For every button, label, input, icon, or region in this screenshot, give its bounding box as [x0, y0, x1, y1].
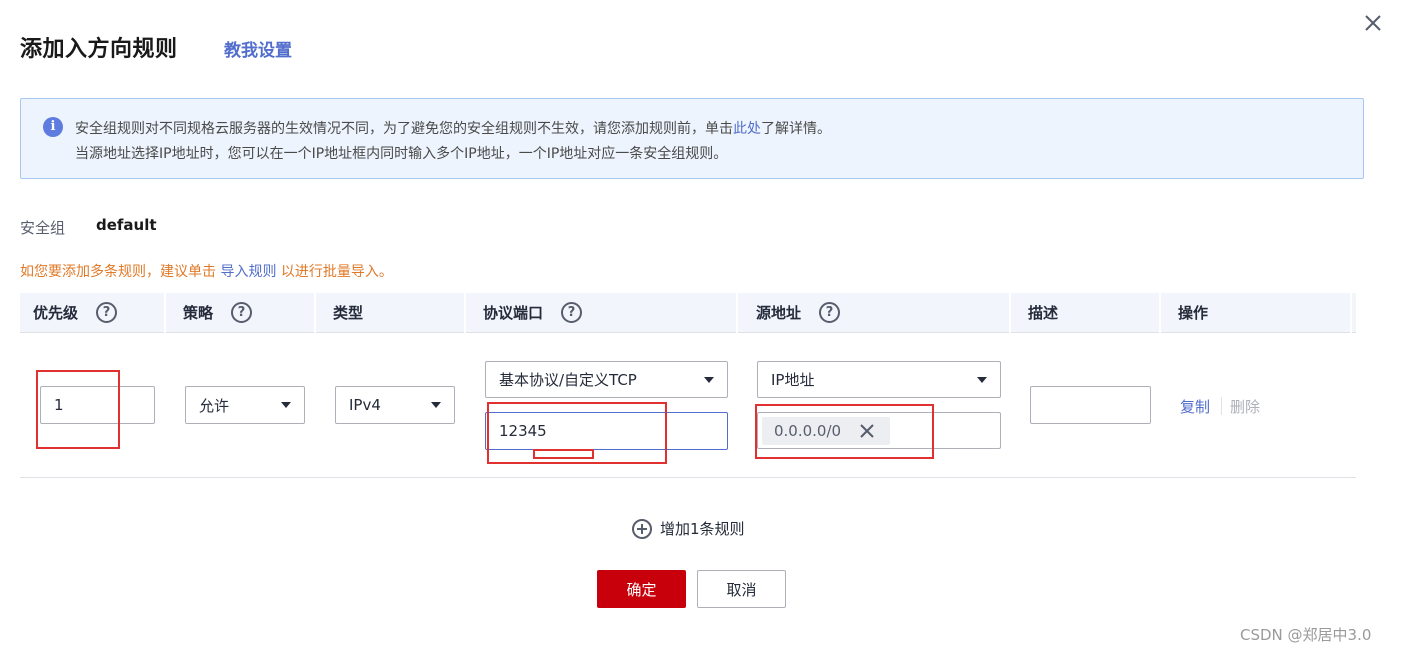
info-icon: i: [43, 117, 63, 137]
type-select-value: IPv4: [349, 396, 381, 414]
col-priority-label: 优先级: [33, 304, 79, 322]
info-line-2: 当源地址选择IP地址时，您可以在一个IP地址框内同时输入多个IP地址，一个IP地…: [75, 146, 728, 162]
delete-rule-link: 删除: [1230, 398, 1261, 416]
col-priority: 优先级?: [33, 293, 118, 333]
col-operation: 操作: [1178, 304, 1209, 322]
col-protocol-port: 协议端口?: [483, 293, 583, 333]
col-action: 策略?: [183, 293, 253, 333]
help-icon[interactable]: ?: [561, 301, 583, 323]
action-select-value: 允许: [199, 396, 230, 415]
hint-text: 以进行批量导入。: [276, 264, 393, 280]
dialog-title: 添加入方向规则: [20, 37, 178, 62]
watermark: CSDN @郑居中3.0: [1240, 626, 1372, 644]
action-select[interactable]: 允许: [185, 386, 305, 424]
type-select[interactable]: IPv4: [335, 386, 455, 424]
source-type-select[interactable]: IP地址: [757, 361, 1001, 398]
hint-text: 如您要添加多条规则，建议单击: [20, 264, 221, 280]
col-type: 类型: [333, 304, 364, 322]
guide-link[interactable]: 教我设置: [224, 36, 292, 61]
info-banner: i 安全组规则对不同规格云服务器的生效情况不同，为了避免您的安全组规则不生效，请…: [20, 98, 1364, 179]
help-icon[interactable]: ?: [96, 301, 118, 323]
cancel-button[interactable]: 取消: [697, 570, 786, 608]
annotation-box-port-underline: [533, 449, 594, 459]
table-header: 优先级? 策略? 类型 协议端口? 源地址? 描述 操作: [20, 293, 1356, 333]
close-icon[interactable]: [1362, 12, 1384, 34]
col-source: 源地址?: [756, 293, 841, 333]
annotation-box-priority: [36, 370, 120, 449]
import-hint: 如您要添加多条规则，建议单击 导入规则 以进行批量导入。: [20, 261, 393, 281]
col-source-label: 源地址: [756, 304, 802, 322]
plus-circle-icon: [632, 518, 652, 539]
add-rule-button[interactable]: 增加1条规则: [632, 518, 745, 539]
protocol-select[interactable]: 基本协议/自定义TCP: [485, 361, 728, 398]
info-line-1: 安全组规则对不同规格云服务器的生效情况不同，为了避免您的安全组规则不生效，请您添…: [75, 118, 831, 138]
copy-rule-link[interactable]: 复制: [1180, 396, 1210, 417]
description-input[interactable]: [1030, 386, 1151, 424]
chevron-down-icon: [281, 402, 291, 408]
source-type-select-value: IP地址: [771, 371, 815, 389]
col-description: 描述: [1028, 304, 1059, 322]
add-rule-label: 增加1条规则: [660, 520, 745, 538]
info-text: 了解详情。: [761, 121, 831, 137]
protocol-select-value: 基本协议/自定义TCP: [499, 371, 637, 389]
security-group-value: default: [96, 216, 157, 234]
operation-divider: [1221, 397, 1222, 415]
col-protocol-port-label: 协议端口: [483, 304, 544, 322]
confirm-button[interactable]: 确定: [597, 570, 686, 608]
import-rules-link[interactable]: 导入规则: [220, 264, 276, 280]
col-action-label: 策略: [183, 304, 214, 322]
chevron-down-icon: [977, 376, 987, 383]
annotation-box-source: [755, 404, 934, 459]
help-icon[interactable]: ?: [819, 301, 841, 323]
info-text: 安全组规则对不同规格云服务器的生效情况不同，为了避免您的安全组规则不生效，请您添…: [75, 121, 733, 137]
details-link[interactable]: 此处: [733, 121, 761, 137]
help-icon[interactable]: ?: [231, 301, 253, 323]
chevron-down-icon: [704, 376, 714, 383]
row-divider: [20, 477, 1356, 478]
chevron-down-icon: [431, 402, 441, 408]
security-group-label: 安全组: [20, 219, 66, 237]
